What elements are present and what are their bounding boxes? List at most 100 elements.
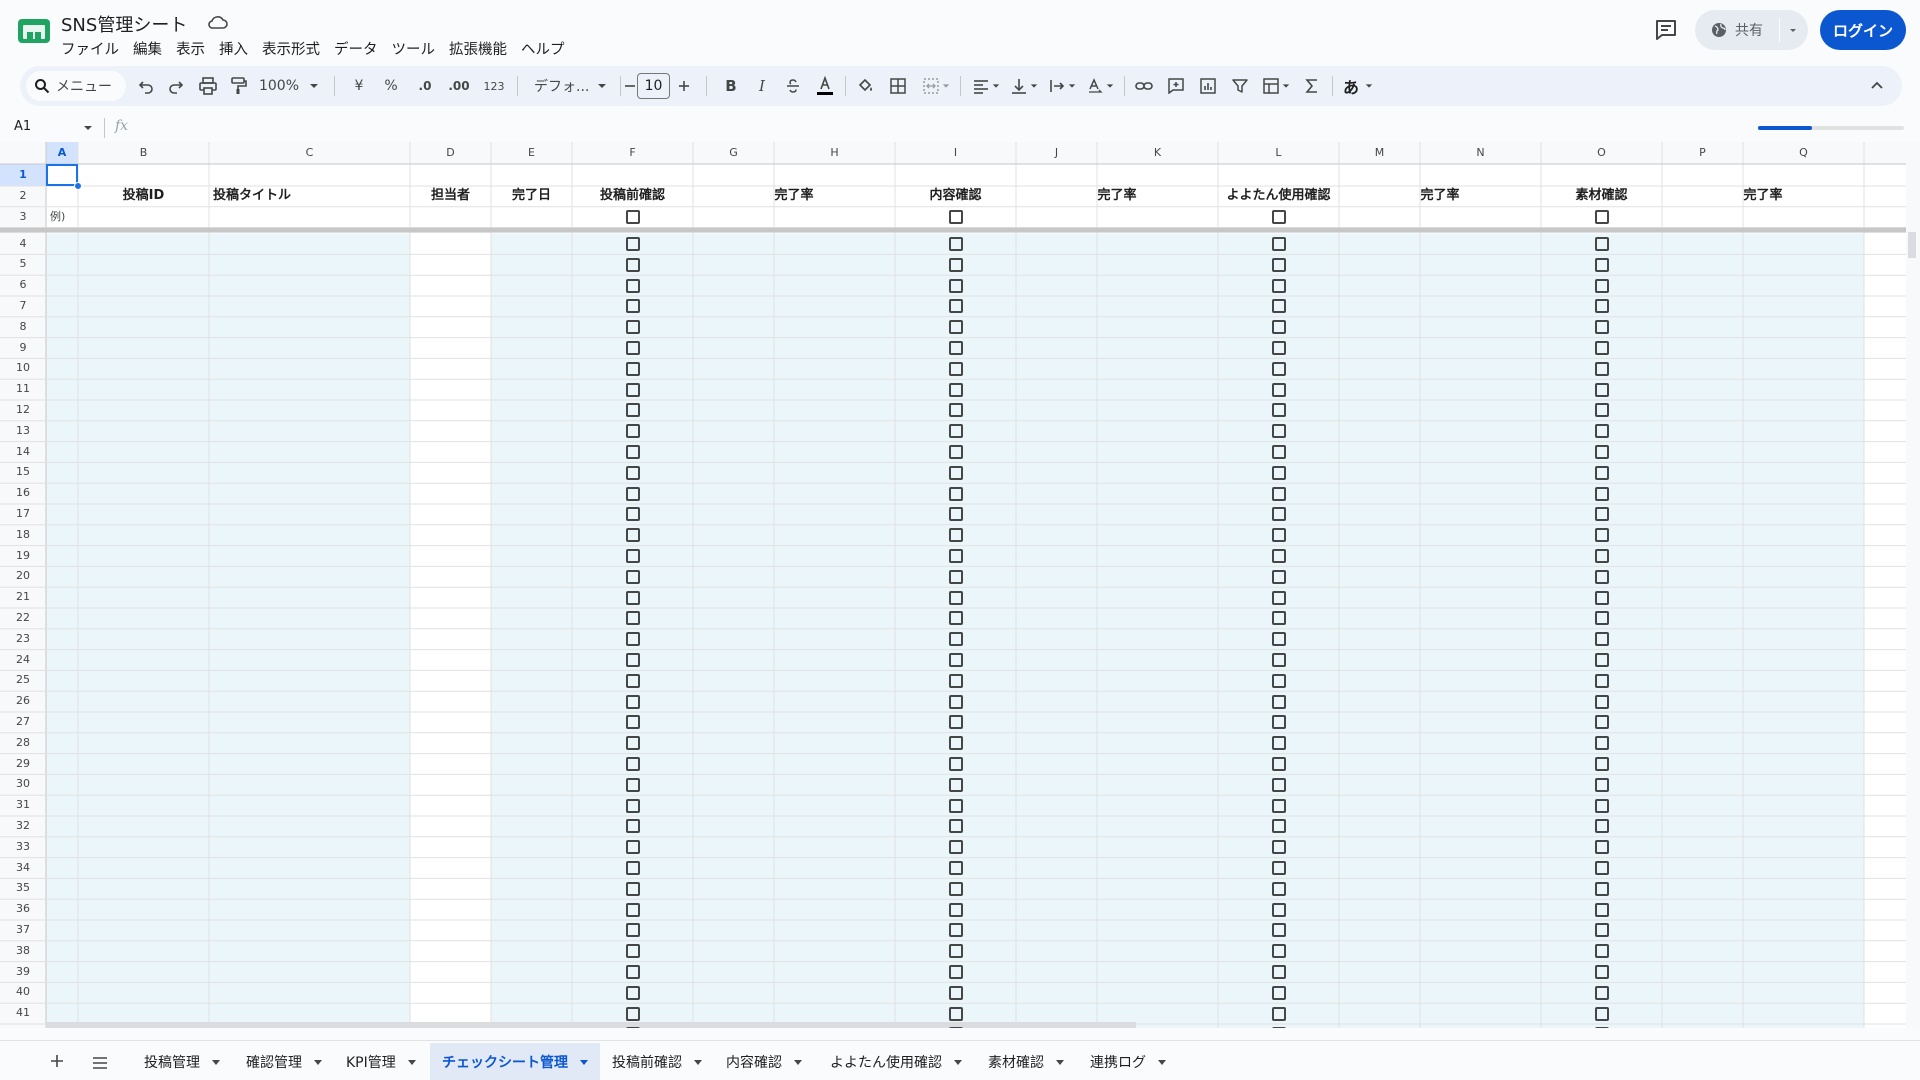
- row-header[interactable]: 32: [0, 816, 46, 837]
- checkbox[interactable]: [625, 944, 640, 959]
- borders-button[interactable]: [886, 66, 910, 106]
- checkbox[interactable]: [948, 965, 963, 979]
- checkbox[interactable]: [1594, 902, 1609, 917]
- checkbox[interactable]: [1271, 757, 1286, 771]
- checkbox[interactable]: [625, 611, 640, 626]
- name-box[interactable]: A1: [14, 119, 31, 134]
- share-button[interactable]: 共有: [1695, 10, 1779, 50]
- checkbox[interactable]: [625, 445, 640, 459]
- print-button[interactable]: [196, 66, 220, 106]
- row-header[interactable]: 1: [0, 164, 46, 186]
- checkbox[interactable]: [1594, 985, 1609, 1000]
- document-title[interactable]: SNS管理シート: [61, 11, 187, 37]
- row-header[interactable]: 13: [0, 421, 46, 442]
- checkbox[interactable]: [948, 361, 963, 376]
- checkbox[interactable]: [1271, 694, 1286, 709]
- chevron-down-icon[interactable]: [1787, 24, 1799, 36]
- row-header[interactable]: 37: [0, 920, 46, 941]
- checkbox[interactable]: [1271, 944, 1286, 959]
- checkbox[interactable]: [1594, 320, 1609, 335]
- checkbox[interactable]: [948, 611, 963, 626]
- checkbox[interactable]: [1271, 299, 1286, 314]
- header-cell[interactable]: 完了率: [1662, 186, 1864, 207]
- checkbox[interactable]: [625, 798, 640, 813]
- checkbox[interactable]: [625, 403, 640, 418]
- checkbox[interactable]: [948, 798, 963, 813]
- sheet-tab[interactable]: 内容確認: [714, 1043, 814, 1080]
- checkbox[interactable]: [948, 694, 963, 709]
- chevron-down-icon[interactable]: [1056, 1059, 1064, 1065]
- checkbox[interactable]: [1271, 237, 1286, 251]
- checkbox[interactable]: [1594, 590, 1609, 605]
- checkbox[interactable]: [1594, 944, 1609, 959]
- checkbox[interactable]: [625, 757, 640, 771]
- checkbox[interactable]: [625, 840, 640, 855]
- checkbox[interactable]: [625, 673, 640, 688]
- checkbox[interactable]: [1271, 257, 1286, 272]
- checkbox[interactable]: [1271, 507, 1286, 522]
- checkbox[interactable]: [625, 278, 640, 293]
- checkbox[interactable]: [948, 382, 963, 397]
- input-tools-button[interactable]: あ: [1338, 66, 1378, 106]
- checkbox[interactable]: [625, 507, 640, 522]
- chevron-down-icon[interactable]: [1158, 1059, 1166, 1065]
- column-header[interactable]: M: [1339, 142, 1420, 164]
- checkbox[interactable]: [625, 486, 640, 501]
- checkbox[interactable]: [1594, 861, 1609, 875]
- checkbox[interactable]: [1271, 486, 1286, 501]
- row-header[interactable]: 29: [0, 754, 46, 775]
- checkbox[interactable]: [625, 985, 640, 1000]
- menu-item[interactable]: ツール: [385, 36, 443, 58]
- currency-button[interactable]: ¥: [348, 66, 370, 106]
- font-size-input[interactable]: 10: [637, 73, 670, 99]
- column-header[interactable]: J: [1016, 142, 1097, 164]
- header-cell[interactable]: 内容確認: [895, 186, 1016, 207]
- row-header[interactable]: 41: [0, 1003, 46, 1024]
- column-header[interactable]: C: [209, 142, 410, 164]
- row-header[interactable]: 10: [0, 358, 46, 379]
- fill-color-button[interactable]: [854, 66, 878, 106]
- checkbox[interactable]: [1594, 1006, 1609, 1021]
- checkbox[interactable]: [948, 1027, 963, 1028]
- row-header[interactable]: 36: [0, 899, 46, 920]
- checkbox[interactable]: [1271, 902, 1286, 917]
- checkbox[interactable]: [1271, 861, 1286, 875]
- checkbox[interactable]: [948, 465, 963, 480]
- row-header[interactable]: 38: [0, 941, 46, 962]
- checkbox[interactable]: [625, 590, 640, 605]
- checkbox[interactable]: [1271, 424, 1286, 439]
- checkbox[interactable]: [625, 715, 640, 730]
- checkbox[interactable]: [1594, 736, 1609, 751]
- example-label[interactable]: 例): [50, 207, 65, 227]
- checkbox[interactable]: [1594, 673, 1609, 688]
- add-sheet-button[interactable]: [50, 1049, 64, 1073]
- column-header[interactable]: B: [78, 142, 209, 164]
- row-header[interactable]: 14: [0, 442, 46, 463]
- row-header[interactable]: 25: [0, 670, 46, 691]
- checkbox[interactable]: [1271, 673, 1286, 688]
- row-header[interactable]: 34: [0, 858, 46, 879]
- chevron-down-icon[interactable]: [314, 1059, 322, 1065]
- header-cell[interactable]: 素材確認: [1541, 186, 1662, 207]
- checkbox[interactable]: [948, 881, 963, 896]
- row-header[interactable]: 20: [0, 566, 46, 587]
- checkbox[interactable]: [1594, 569, 1609, 584]
- checkbox[interactable]: [948, 673, 963, 688]
- checkbox[interactable]: [1271, 736, 1286, 751]
- menu-item[interactable]: 挿入: [212, 36, 255, 58]
- checkbox[interactable]: [1594, 632, 1609, 647]
- row-header[interactable]: 19: [0, 546, 46, 567]
- bold-button[interactable]: B: [720, 66, 742, 106]
- checkbox[interactable]: [1271, 632, 1286, 647]
- checkbox[interactable]: [625, 299, 640, 314]
- menu-item[interactable]: 拡張機能: [442, 36, 514, 58]
- checkbox[interactable]: [948, 278, 963, 293]
- checkbox[interactable]: [1594, 507, 1609, 522]
- checkbox[interactable]: [625, 569, 640, 584]
- row-header[interactable]: 17: [0, 504, 46, 525]
- checkbox[interactable]: [948, 819, 963, 834]
- checkbox[interactable]: [625, 1006, 640, 1021]
- checkbox[interactable]: [625, 881, 640, 896]
- zoom-select[interactable]: 100%: [256, 66, 322, 106]
- sheet-tab[interactable]: 確認管理: [234, 1043, 334, 1080]
